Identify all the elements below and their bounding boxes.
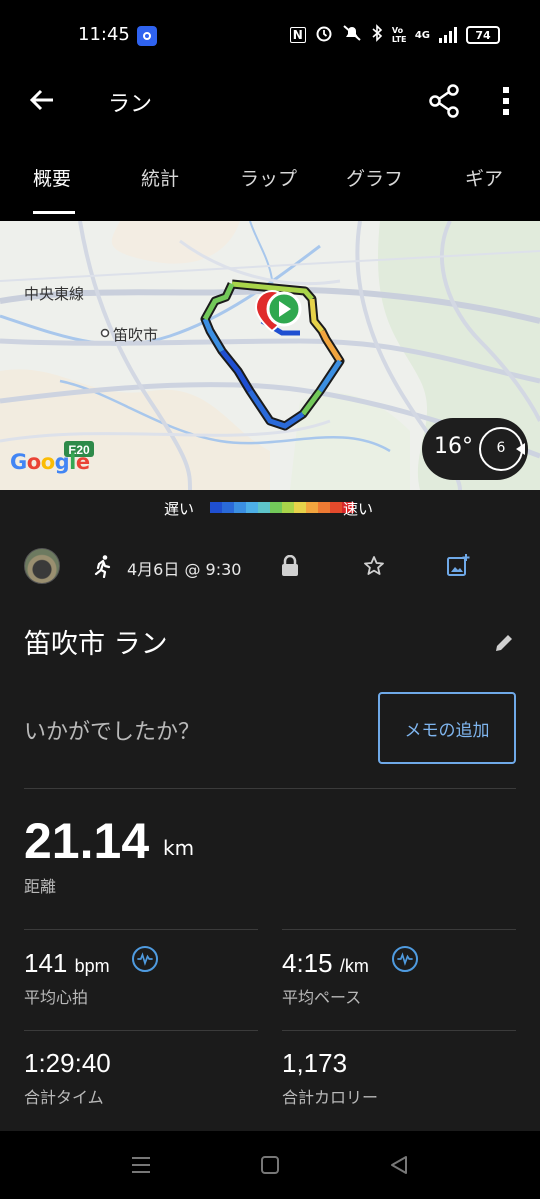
legend-color-swatch	[234, 502, 246, 513]
wind-direction-icon	[516, 443, 525, 455]
tab-overview[interactable]: 概要	[33, 164, 71, 191]
page-title: ラン	[108, 92, 153, 117]
tab-bar: 概要 統計 ラップ グラフ ギア	[0, 150, 540, 216]
status-bar: 11:45 N Vo LTE 4G 74	[0, 0, 540, 72]
avg-hr-label: 平均心拍	[24, 988, 89, 1007]
activity-name: 笛吹市 ラン	[24, 629, 168, 660]
legend-color-swatch	[258, 502, 270, 513]
map-label-line: 中央東線	[24, 285, 85, 303]
back-nav-button[interactable]	[389, 1155, 409, 1175]
status-time: 11:45	[78, 24, 130, 45]
lock-icon[interactable]	[280, 555, 300, 577]
home-button[interactable]	[260, 1155, 280, 1175]
bluetooth-icon	[371, 24, 383, 46]
legend-color-swatch	[294, 502, 306, 513]
activity-summary: 4月6日 @ 9:30 笛吹市 ラン いかがでしたか？ メモの追加 21.14 …	[0, 526, 540, 1131]
temperature: 16°	[434, 434, 473, 459]
distance-label: 距離	[24, 877, 57, 896]
star-icon[interactable]	[362, 554, 386, 578]
legend-color-swatch	[330, 502, 342, 513]
legend-fast-label: 速い	[343, 500, 374, 518]
heart-rate-chart-icon[interactable]	[132, 946, 158, 972]
nfc-icon: N	[289, 27, 306, 43]
distance-unit: km	[163, 836, 195, 860]
total-time-value: 1:29:40	[24, 1048, 111, 1078]
tab-graphs[interactable]: グラフ	[346, 164, 403, 191]
calories-label: 合計カロリー	[282, 1088, 379, 1107]
system-nav-bar	[0, 1131, 540, 1199]
legend-color-swatch	[246, 502, 258, 513]
legend-color-swatch	[270, 502, 282, 513]
arrow-left-icon	[29, 89, 53, 111]
divider	[24, 1030, 258, 1031]
battery-icon: 74	[466, 26, 500, 44]
avatar[interactable]	[24, 548, 60, 584]
google-logo: Google	[10, 450, 90, 474]
legend-color-swatch	[282, 502, 294, 513]
mute-icon	[342, 24, 362, 46]
legend-color-swatch	[318, 502, 330, 513]
status-icons: N Vo LTE 4G 74	[289, 24, 500, 46]
avg-pace-value: 4:15	[282, 948, 333, 978]
legend-color-swatch	[306, 502, 318, 513]
wind-dial: 6	[479, 427, 525, 471]
app-bar: ラン	[0, 72, 540, 132]
notification-app-icon	[137, 26, 157, 46]
avg-hr-unit: bpm	[74, 956, 110, 976]
volte-icon: Vo LTE	[391, 26, 407, 44]
pencil-icon[interactable]	[492, 631, 516, 655]
divider	[24, 788, 516, 789]
wind-speed: 6	[496, 440, 506, 456]
distance-value: 21.14	[24, 813, 150, 869]
running-icon	[94, 555, 111, 578]
add-memo-button[interactable]: メモの追加	[378, 692, 516, 764]
avg-pace-stat: 4:15 /km	[282, 948, 369, 979]
feeling-prompt: いかがでしたか？	[24, 720, 201, 745]
tab-laps[interactable]: ラップ	[240, 164, 297, 191]
pace-chart-icon[interactable]	[392, 946, 418, 972]
back-button[interactable]	[26, 84, 58, 116]
avg-hr-stat: 141 bpm	[24, 948, 110, 979]
speed-legend: 遅い 速い	[0, 490, 540, 526]
alarm-icon	[315, 24, 333, 46]
share-icon	[429, 84, 459, 118]
more-vertical-icon	[503, 87, 509, 115]
map-label-city: 笛吹市	[113, 326, 159, 344]
divider	[282, 1030, 516, 1031]
avg-pace-unit: /km	[339, 956, 369, 976]
divider	[282, 929, 516, 930]
signal-icon	[439, 27, 457, 43]
active-tab-indicator	[33, 211, 75, 214]
more-options-button[interactable]	[496, 84, 516, 118]
tab-gear[interactable]: ギア	[465, 164, 503, 191]
divider	[24, 929, 258, 930]
legend-color-bar	[210, 502, 354, 513]
legend-color-swatch	[222, 502, 234, 513]
network-type-icon: 4G	[414, 29, 430, 41]
route-map[interactable]: E20 中央東線 笛吹市 Google 16° 6	[0, 221, 540, 490]
weather-chip[interactable]: 16° 6	[422, 418, 528, 480]
avg-hr-value: 141	[24, 948, 68, 978]
tab-stats[interactable]: 統計	[141, 164, 179, 191]
share-button[interactable]	[428, 84, 460, 118]
add-photo-icon[interactable]	[446, 553, 470, 577]
calories-value: 1,173	[282, 1048, 348, 1078]
activity-date: 4月6日 @ 9:30	[127, 560, 242, 579]
avg-pace-label: 平均ペース	[282, 988, 362, 1007]
legend-slow-label: 遅い	[164, 500, 195, 518]
recent-apps-button[interactable]	[131, 1155, 151, 1175]
legend-color-swatch	[210, 502, 222, 513]
total-time-label: 合計タイム	[24, 1088, 104, 1107]
